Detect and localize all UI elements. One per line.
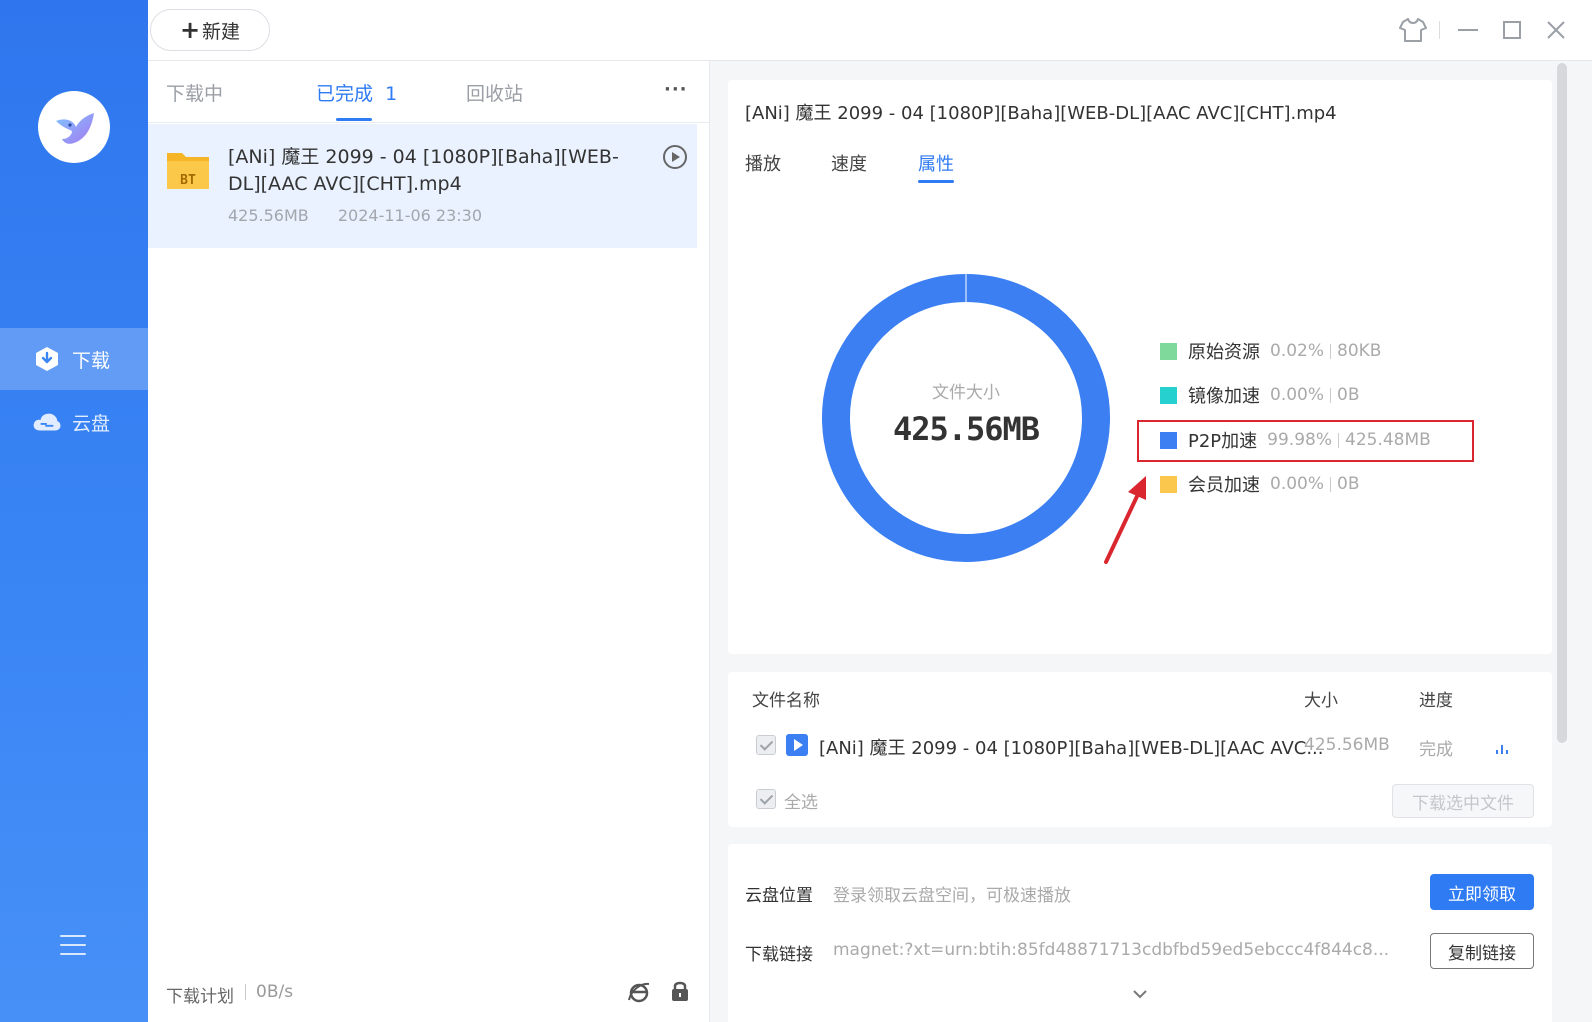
column-header-name: 文件名称 — [752, 691, 820, 711]
cloud-location-label: 云盘位置 — [745, 886, 813, 906]
file-title: [ANi] 魔王 2099 - 04 [1080P][Baha][WEB-DL]… — [228, 146, 619, 195]
column-header-size: 大小 — [1304, 691, 1338, 711]
tab-play[interactable]: 播放 — [745, 150, 781, 176]
legend-size: 80KB — [1337, 341, 1382, 361]
active-tab-indicator — [336, 118, 372, 121]
download-speed: 0B/s — [256, 982, 294, 1002]
bt-badge: BT — [180, 173, 196, 188]
footer-divider — [245, 984, 246, 1000]
tab-completed-count: 1 — [385, 83, 398, 105]
cloud-info-card: 云盘位置 登录领取云盘空间，可极速播放 立即领取 下载链接 magnet:?xt… — [728, 844, 1552, 1022]
legend-percent: 0.00% — [1270, 474, 1325, 494]
sidebar-item-download[interactable]: 下载 — [0, 328, 148, 390]
legend-swatch — [1160, 386, 1177, 404]
new-task-button[interactable]: + 新建 — [150, 9, 270, 51]
file-name: [ANi] 魔王 2099 - 04 [1080P][Baha][WEB-DL]… — [819, 738, 1324, 759]
legend-name: 镜像加速 — [1188, 386, 1260, 407]
sidebar-item-label: 云盘 — [72, 412, 111, 435]
file-size: 425.56MB — [228, 206, 309, 225]
copy-link-button[interactable]: 复制链接 — [1430, 933, 1534, 969]
red-arrow-annotation-icon — [1104, 476, 1146, 564]
task-tabs: 下载中 已完成 1 回收站 ··· — [148, 61, 710, 123]
maximize-icon[interactable] — [1496, 14, 1528, 46]
bt-folder-icon: BT — [165, 147, 211, 193]
list-footer: 下载计划 0B/s — [148, 962, 710, 1022]
sidebar-item-label: 下载 — [72, 349, 111, 372]
hamburger-menu-icon[interactable] — [60, 935, 86, 957]
legend-divider — [1330, 343, 1332, 359]
lock-icon[interactable] — [670, 979, 690, 1003]
tab-completed[interactable]: 已完成 1 — [316, 79, 397, 106]
highlight-annotation-box — [1137, 420, 1474, 462]
legend-percent: 0.02% — [1270, 341, 1325, 361]
column-header-progress: 进度 — [1419, 691, 1453, 711]
new-task-label: 新建 — [202, 20, 241, 43]
file-meta: 425.56MB 2024-11-06 23:30 — [228, 206, 506, 225]
top-bar: + 新建 — [148, 0, 1592, 61]
download-plan-link[interactable]: 下载计划 — [166, 982, 234, 1007]
hummingbird-logo-icon — [56, 113, 94, 144]
sidebar-item-cloud[interactable]: 云盘 — [0, 391, 148, 453]
detail-panel: [ANi] 魔王 2099 - 04 [1080P][Baha][WEB-DL]… — [728, 80, 1552, 654]
tab-properties[interactable]: 属性 — [918, 150, 954, 176]
list-item[interactable]: BT [ANi] 魔王 2099 - 04 [1080P][Baha][WEB-… — [148, 124, 697, 248]
active-tab-indicator — [918, 180, 954, 183]
sidebar: 下载 云盘 — [0, 0, 148, 1022]
download-link-label: 下载链接 — [745, 945, 813, 965]
legend-percent: 0.00% — [1270, 385, 1325, 405]
select-all-checkbox[interactable] — [756, 789, 776, 809]
close-icon[interactable] — [1540, 14, 1572, 46]
legend-size: 0B — [1337, 385, 1360, 405]
browser-ie-icon[interactable] — [627, 980, 651, 1004]
signal-bars-icon[interactable] — [1495, 744, 1511, 754]
cloud-icon — [32, 407, 62, 437]
detail-title: [ANi] 魔王 2099 - 04 [1080P][Baha][WEB-DL]… — [745, 103, 1337, 124]
select-all-label[interactable]: 全选 — [784, 788, 818, 813]
tab-speed[interactable]: 速度 — [831, 150, 867, 176]
chevron-down-icon[interactable] — [1130, 984, 1150, 1004]
legend-size: 0B — [1337, 474, 1360, 494]
legend-swatch — [1160, 475, 1177, 493]
skin-tshirt-icon[interactable] — [1397, 14, 1429, 46]
task-list-panel: 下载中 已完成 1 回收站 ··· BT [ANi] 魔王 2099 - 04 … — [148, 61, 710, 1022]
plus-icon: + — [179, 16, 201, 44]
legend-divider — [1330, 476, 1332, 492]
video-file-icon — [786, 734, 808, 756]
window-controls — [1385, 14, 1572, 46]
donut-center-label: 文件大小 — [932, 383, 1000, 403]
legend-divider — [1330, 387, 1332, 403]
scrollbar[interactable] — [1557, 63, 1567, 743]
tab-recycle-bin[interactable]: 回收站 — [466, 79, 523, 106]
tab-completed-label: 已完成 — [316, 83, 374, 105]
more-options-icon[interactable]: ··· — [664, 79, 688, 100]
download-selected-button[interactable]: 下载选中文件 — [1392, 784, 1534, 818]
legend-name: 会员加速 — [1188, 475, 1260, 496]
donut-center-value: 425.56MB — [892, 410, 1040, 448]
legend-item: 原始资源 0.02% 80KB — [1160, 338, 1381, 364]
file-date: 2024-11-06 23:30 — [337, 206, 483, 225]
download-shield-icon — [32, 344, 62, 374]
file-progress: 完成 — [1419, 740, 1453, 760]
legend-item: 会员加速 0.00% 0B — [1160, 471, 1360, 497]
play-circle-icon[interactable] — [662, 144, 688, 170]
legend-item: 镜像加速 0.00% 0B — [1160, 382, 1360, 408]
legend-name: 原始资源 — [1188, 342, 1260, 363]
cloud-location-text: 登录领取云盘空间，可极速播放 — [833, 886, 1071, 906]
table-row[interactable]: [ANi] 魔王 2099 - 04 [1080P][Baha][WEB-DL]… — [728, 730, 1552, 762]
minimize-icon[interactable] — [1452, 14, 1484, 46]
legend-swatch — [1160, 342, 1177, 360]
claim-now-button[interactable]: 立即领取 — [1430, 874, 1534, 910]
file-checkbox[interactable] — [756, 735, 776, 755]
tab-downloading[interactable]: 下载中 — [166, 79, 223, 106]
file-size: 425.56MB — [1304, 735, 1390, 755]
window-controls-divider — [1439, 21, 1440, 39]
magnet-link-text[interactable]: magnet:?xt=urn:btih:85fd48871713cdbfbd59… — [833, 940, 1389, 960]
app-logo — [38, 91, 110, 163]
file-list-card: 文件名称 大小 进度 [ANi] 魔王 2099 - 04 [1080P][Ba… — [728, 672, 1552, 827]
